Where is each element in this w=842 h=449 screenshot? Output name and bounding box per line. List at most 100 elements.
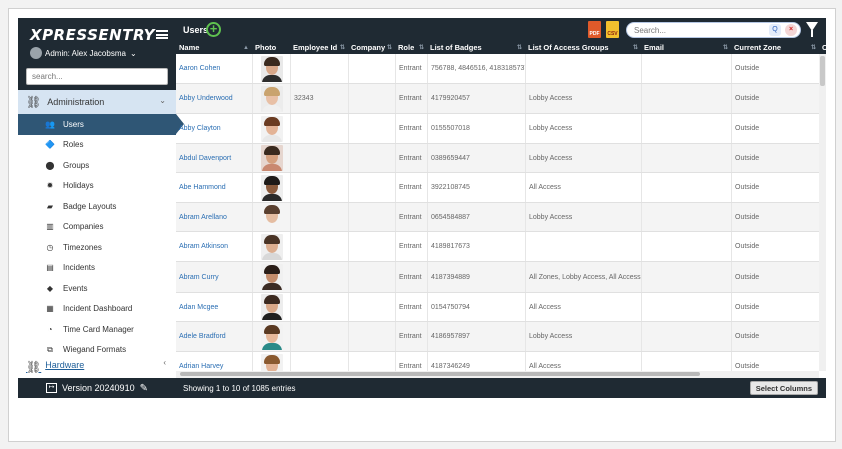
cell-badges: 0155507018 [427,114,525,143]
photo-cell [252,262,290,292]
sidebar-item-roles[interactable]: 🔷 Roles [18,135,176,156]
user-name-link[interactable]: Abby Clayton [176,114,252,143]
csv-export-icon[interactable]: CSV [606,21,619,38]
cell-badges: 3922108745 [427,173,525,202]
sidebar: XPRESSENTRY Admin: Alex Jacobsma ⌄ searc… [18,18,184,378]
admin-user-menu[interactable]: Admin: Alex Jacobsma ⌄ [30,47,168,59]
user-name-link[interactable]: Adan Mcgee [176,293,252,321]
user-name-link[interactable]: Adrian Harvey [176,352,252,371]
user-name-link[interactable]: Adele Bradford [176,322,252,351]
table-row[interactable]: Adele Bradford Entrant 4186957897 Lobby Acc… [176,322,819,352]
user-name-link[interactable]: Aaron Cohen [176,54,252,83]
sidebar-item-badge-layouts[interactable]: ▰ Badge Layouts [18,196,176,217]
user-name-link[interactable]: Abram Arellano [176,203,252,231]
sidebar-item-time-card-manager[interactable]: ◔ Time Card Manager [18,319,176,340]
column-header-company[interactable]: Company ⇅ [348,42,395,54]
table-row[interactable]: Abe Hammond Entrant 3922108745 All Access Ou… [176,173,819,203]
photo-cell [252,84,290,113]
sidebar-item-groups[interactable]: ⬤ Groups [18,155,176,176]
sidebar-item-label: Incident Dashboard [63,304,133,314]
cell-email [641,173,731,202]
cell-zone: Outside [731,352,819,371]
cell-employee-id [290,352,348,371]
sidebar-search-input[interactable]: search... [26,68,168,85]
column-header-label: List of Badges [430,43,482,52]
user-photo [260,115,283,142]
version-bar: ↦ Version 20240910 ✎ [18,378,176,398]
table-row[interactable]: Abram Atkinson Entrant 4189817673 Outside [176,232,819,262]
user-name-link[interactable]: Abby Underwood [176,84,252,113]
user-name-link[interactable]: Abram Atkinson [176,232,252,261]
select-columns-button[interactable]: Select Columns [749,381,818,395]
search-icon[interactable]: Q [769,24,781,36]
cell-badges: 0654584887 [427,203,525,231]
cell-badges: 4189817673 [427,232,525,261]
user-name-link[interactable]: Abram Curry [176,262,252,292]
menu-toggle-icon[interactable] [156,30,168,39]
pdf-export-icon[interactable]: PDF [588,21,601,38]
page-title: Users [183,25,209,35]
sidebar-item-holidays[interactable]: ✹ Holidays [18,176,176,197]
sidebar-item-companies[interactable]: ▥ Companies [18,217,176,238]
cell-badges: 4187346249 [427,352,525,371]
column-header-extra[interactable]: C [819,42,829,54]
sidebar-item-label: Roles [63,140,84,150]
column-header-label: Company [351,43,386,52]
column-header-badges[interactable]: List of Badges ⇅ [427,42,525,54]
column-header-label: Role [398,43,415,52]
add-user-button[interactable]: + [206,22,221,37]
user-photo [260,323,283,350]
sidebar-section-hardware[interactable]: ⛓ Hardware ‹ [18,358,176,374]
cell-badges: 756788, 4846516, 4183185737 [427,54,525,83]
filter-icon[interactable] [806,22,818,37]
cell-email [641,293,731,321]
vertical-scrollbar[interactable] [819,54,826,371]
column-header-zone[interactable]: Current Zone ⇅ [731,42,819,54]
horizontal-scrollbar[interactable] [176,371,819,378]
sidebar-item-incidents[interactable]: ▤ Incidents [18,258,176,279]
sidebar-item-label: Timezones [63,242,102,252]
users-table-body: Aaron Cohen Entrant 756788, 4846516, 41831… [176,54,826,371]
photo-cell [252,144,290,172]
column-header-name[interactable]: Name ▲ [176,42,252,54]
table-row[interactable]: Adrian Harvey Entrant 4187346249 All Access… [176,352,819,371]
time-card-manager-icon: ◔ [47,324,53,334]
events-icon: ◆ [46,283,54,293]
user-photo [260,264,283,290]
sidebar-item-users[interactable]: 👥 Users [18,114,184,135]
users-icon: 👥 [45,119,55,129]
sidebar-item-events[interactable]: ◆ Events [18,278,176,299]
column-header-employee-id[interactable]: Employee Id ⇅ [290,42,348,54]
user-photo [260,85,283,112]
edit-icon[interactable]: ✎ [140,383,148,394]
table-row[interactable]: Abdul Davenport Entrant 0389659447 Lobby Ac… [176,144,819,173]
table-row[interactable]: Abby Clayton Entrant 0155507018 Lobby Acces… [176,114,819,144]
column-header-photo[interactable]: Photo [252,42,290,54]
sidebar-item-wiegand-formats[interactable]: ⧉ Wiegand Formats [18,340,176,361]
sidebar-section-label: Hardware [45,360,85,370]
cell-company [348,203,395,231]
column-header-access-groups[interactable]: List Of Access Groups ⇅ [525,42,641,54]
table-row[interactable]: Abby Underwood 32343 Entrant 4179920457 Lobb… [176,84,819,114]
sidebar-section-administration[interactable]: ⛓ Administration ⌄ [18,90,176,114]
clear-search-icon[interactable]: × [785,24,797,36]
sidebar-item-timezones[interactable]: ◷ Timezones [18,237,176,258]
holidays-icon: ✹ [46,181,54,191]
table-row[interactable]: Aaron Cohen Entrant 756788, 4846516, 41831… [176,54,819,84]
sort-icon: ⇅ [386,45,392,51]
table-row[interactable]: Abram Arellano Entrant 0654584887 Lobby Acc… [176,203,819,232]
user-photo [260,294,283,320]
table-toolbar: Users + PDF CSV Search... Q × [176,18,826,42]
sidebar-item-incident-dashboard[interactable]: ▦ Incident Dashboard [18,299,176,320]
column-header-role[interactable]: Role ⇅ [395,42,427,54]
column-header-label: Email [644,43,665,52]
user-photo [260,174,283,201]
user-name-link[interactable]: Abdul Davenport [176,144,252,172]
cell-company [348,173,395,202]
user-name-link[interactable]: Abe Hammond [176,173,252,202]
table-row[interactable]: Abram Curry Entrant 4187394889 All Zones, L… [176,262,819,293]
cell-role: Entrant [395,203,427,231]
table-row[interactable]: Adan Mcgee Entrant 0154750794 All Access Out… [176,293,819,322]
column-header-email[interactable]: Email ⇅ [641,42,731,54]
sidebar-section-label: Administration [47,97,105,107]
